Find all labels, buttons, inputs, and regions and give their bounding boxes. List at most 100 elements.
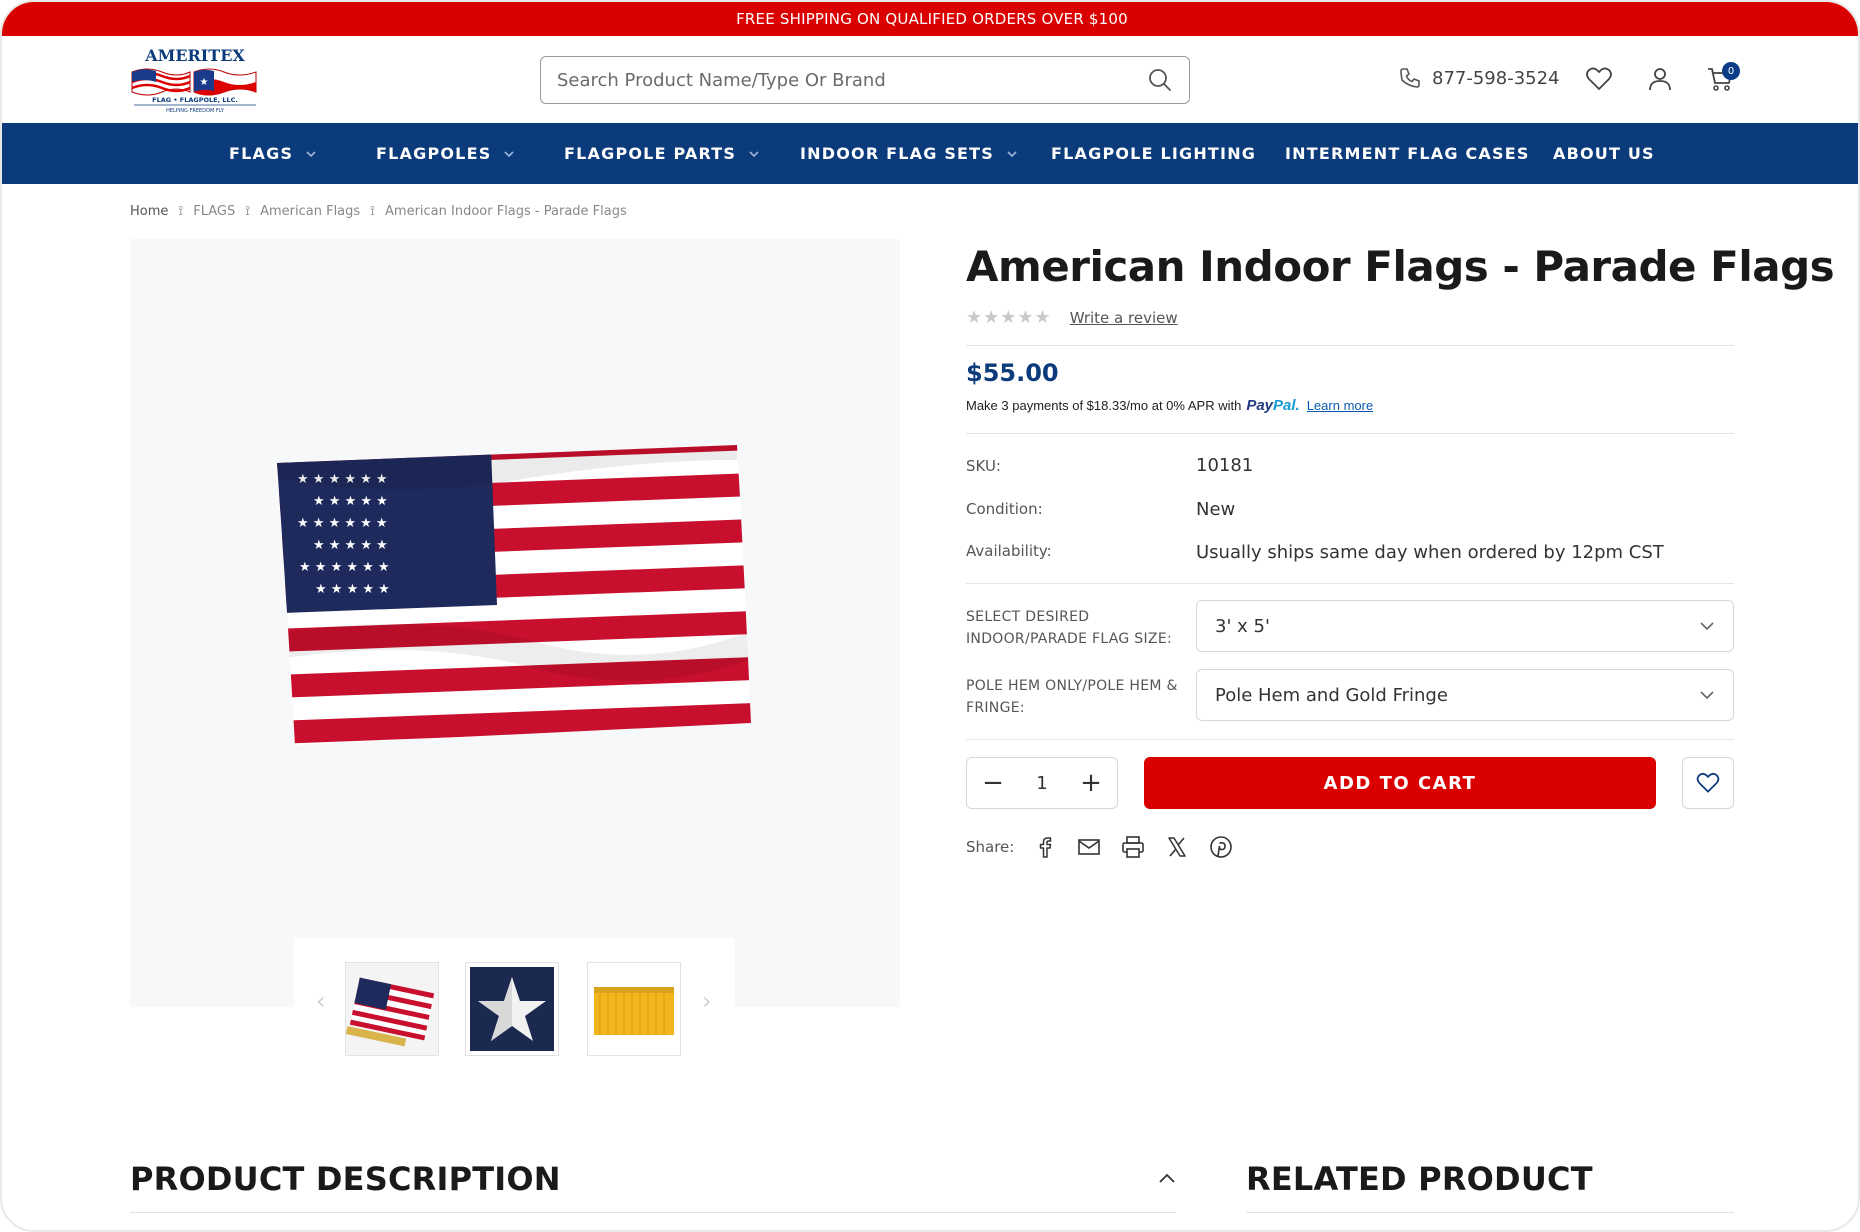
svg-text:★ ★ ★ ★ ★: ★ ★ ★ ★ ★ bbox=[313, 538, 388, 553]
breadcrumb-separator: ⟟ bbox=[178, 204, 184, 219]
nav-item-label: INDOOR FLAG SETS bbox=[800, 144, 995, 163]
nav-item-flagpole-lighting[interactable]: FLAGPOLE LIGHTING bbox=[1051, 123, 1256, 184]
size-option-label: SELECT DESIRED INDOOR/PARADE FLAG SIZE: bbox=[966, 609, 1172, 647]
paypal-logo: PayPal. bbox=[1246, 397, 1299, 414]
divider bbox=[130, 1212, 1176, 1213]
page: FREE SHIPPING ON QUALIFIED ORDERS OVER $… bbox=[0, 0, 1860, 1232]
email-icon[interactable] bbox=[1076, 834, 1102, 860]
chevron-down-icon bbox=[306, 150, 316, 157]
nav-item-label: INTERMENT FLAG CASES bbox=[1285, 144, 1530, 163]
thumbnail-star-image bbox=[470, 967, 554, 1051]
size-select[interactable]: 3' x 5' bbox=[1196, 600, 1734, 652]
increase-quantity-button[interactable]: + bbox=[1079, 770, 1103, 796]
search-input[interactable] bbox=[557, 69, 1147, 91]
divider bbox=[966, 433, 1734, 434]
chevron-down-icon bbox=[1700, 691, 1714, 700]
breadcrumb-american-flags[interactable]: American Flags bbox=[260, 204, 360, 219]
logo-sub: FLAG • FLAGPOLE, LLC. bbox=[152, 96, 238, 104]
paypal-text: Make 3 payments of $18.33/mo at 0% APR w… bbox=[966, 398, 1242, 413]
svg-text:★ ★ ★ ★ ★: ★ ★ ★ ★ ★ bbox=[315, 582, 390, 597]
x-twitter-icon[interactable] bbox=[1164, 834, 1190, 860]
phone-link[interactable]: 877-598-3524 bbox=[1398, 66, 1560, 90]
nav-item-label: FLAGPOLES bbox=[376, 144, 492, 163]
nav-item-flags[interactable]: FLAGS bbox=[229, 123, 317, 184]
phone-icon bbox=[1400, 68, 1420, 88]
nav-item-label: ABOUT US bbox=[1553, 144, 1655, 163]
print-icon[interactable] bbox=[1120, 834, 1146, 860]
add-to-cart-button[interactable]: ADD TO CART bbox=[1144, 757, 1656, 809]
nav-item-label: FLAGPOLE PARTS bbox=[564, 144, 737, 163]
paypal-logo-pay: Pay bbox=[1246, 397, 1274, 414]
quantity-stepper: − 1 + bbox=[966, 757, 1118, 809]
divider bbox=[966, 583, 1734, 584]
facebook-icon[interactable] bbox=[1032, 834, 1058, 860]
chevron-up-icon[interactable] bbox=[1158, 1172, 1176, 1184]
paypal-learn-more-link[interactable]: Learn more bbox=[1307, 398, 1373, 413]
hem-select[interactable]: Pole Hem and Gold Fringe bbox=[1196, 669, 1734, 721]
chevron-down-icon bbox=[504, 150, 514, 157]
availability-label: Availability: bbox=[966, 542, 1052, 560]
heart-icon bbox=[1696, 772, 1720, 793]
nav-item-label: FLAGS bbox=[229, 144, 294, 163]
product-price: $55.00 bbox=[966, 359, 1059, 387]
site-header: AMERITEX ★ FLAG • FLAGPOLE, LLC. HELPING… bbox=[2, 36, 1858, 123]
svg-text:★ ★ ★ ★ ★: ★ ★ ★ ★ ★ bbox=[313, 494, 388, 509]
chevron-down-icon bbox=[1700, 622, 1714, 631]
nav-item-flagpole-parts[interactable]: FLAGPOLE PARTS bbox=[564, 123, 760, 184]
paypal-logo-pal: Pal. bbox=[1273, 397, 1300, 414]
wishlist-heart-icon[interactable] bbox=[1584, 64, 1614, 94]
thumbnail-flag-image bbox=[345, 963, 438, 1055]
breadcrumb: Home ⟟ FLAGS ⟟ American Flags ⟟ American… bbox=[130, 204, 627, 219]
thumbnail-flag[interactable] bbox=[345, 962, 439, 1056]
thumbnail-prev-arrow[interactable]: ‹ bbox=[316, 987, 326, 1015]
breadcrumb-home[interactable]: Home bbox=[130, 204, 168, 219]
hem-select-value: Pole Hem and Gold Fringe bbox=[1215, 684, 1448, 706]
svg-text:★ ★ ★ ★ ★ ★: ★ ★ ★ ★ ★ ★ bbox=[297, 516, 388, 531]
account-user-icon[interactable] bbox=[1645, 64, 1675, 94]
condition-value: New bbox=[1196, 499, 1236, 520]
svg-text:★: ★ bbox=[200, 77, 209, 88]
thumbnail-star[interactable] bbox=[465, 962, 559, 1056]
rating-stars: ★★★★★ bbox=[966, 307, 1052, 328]
product-rating: ★★★★★ Write a review bbox=[966, 307, 1178, 328]
breadcrumb-separator: ⟟ bbox=[370, 204, 376, 219]
cart-count-badge: 0 bbox=[1722, 62, 1740, 80]
condition-label: Condition: bbox=[966, 500, 1043, 518]
nav-item-about-us[interactable]: ABOUT US bbox=[1553, 123, 1655, 184]
sku-label: SKU: bbox=[966, 457, 1001, 475]
thumbnail-fringe-image bbox=[588, 963, 680, 1055]
decrease-quantity-button[interactable]: − bbox=[981, 770, 1005, 796]
nav-item-indoor-flag-sets[interactable]: INDOOR FLAG SETS bbox=[800, 123, 1018, 184]
phone-number: 877-598-3524 bbox=[1432, 67, 1560, 89]
chevron-down-icon bbox=[749, 150, 759, 157]
thumbnail-fringe[interactable] bbox=[587, 962, 681, 1056]
svg-text:★ ★ ★ ★ ★ ★: ★ ★ ★ ★ ★ ★ bbox=[299, 560, 390, 575]
ameritex-logo[interactable]: AMERITEX ★ FLAG • FLAGPOLE, LLC. HELPING… bbox=[130, 46, 260, 114]
nav-item-label: FLAGPOLE LIGHTING bbox=[1051, 144, 1257, 163]
announcement-text: FREE SHIPPING ON QUALIFIED ORDERS OVER $… bbox=[736, 10, 1128, 28]
share-label: Share: bbox=[966, 838, 1015, 856]
add-to-wishlist-button[interactable] bbox=[1682, 757, 1734, 809]
product-main-image[interactable]: ★ ★ ★ ★ ★ ★ ★ ★ ★ ★ ★ ★ ★ ★ ★ ★ ★ ★ ★ ★ … bbox=[275, 445, 753, 745]
divider bbox=[966, 739, 1734, 740]
availability-value: Usually ships same day when ordered by 1… bbox=[1196, 542, 1664, 563]
announcement-bar: FREE SHIPPING ON QUALIFIED ORDERS OVER $… bbox=[2, 2, 1858, 36]
paypal-message: Make 3 payments of $18.33/mo at 0% APR w… bbox=[966, 397, 1373, 414]
breadcrumb-flags[interactable]: FLAGS bbox=[193, 204, 235, 219]
pinterest-icon[interactable] bbox=[1208, 834, 1234, 860]
write-review-link[interactable]: Write a review bbox=[1070, 309, 1178, 327]
divider bbox=[966, 345, 1734, 346]
breadcrumb-separator: ⟟ bbox=[245, 204, 251, 219]
product-description-heading[interactable]: PRODUCT DESCRIPTION bbox=[130, 1160, 561, 1198]
nav-item-interment-flag-cases[interactable]: INTERMENT FLAG CASES bbox=[1285, 123, 1530, 184]
quantity-value[interactable]: 1 bbox=[1036, 773, 1047, 794]
thumbnail-next-arrow[interactable]: › bbox=[702, 987, 712, 1015]
logo-tagline: HELPING FREEDOM FLY bbox=[166, 108, 225, 114]
size-select-value: 3' x 5' bbox=[1215, 615, 1270, 637]
search-icon[interactable] bbox=[1147, 67, 1173, 93]
search-bar bbox=[540, 56, 1190, 104]
share-bar: Share: bbox=[966, 834, 1234, 860]
chevron-down-icon bbox=[1007, 150, 1017, 157]
product-title: American Indoor Flags - Parade Flags bbox=[966, 242, 1835, 291]
nav-item-flagpoles[interactable]: FLAGPOLES bbox=[376, 123, 515, 184]
